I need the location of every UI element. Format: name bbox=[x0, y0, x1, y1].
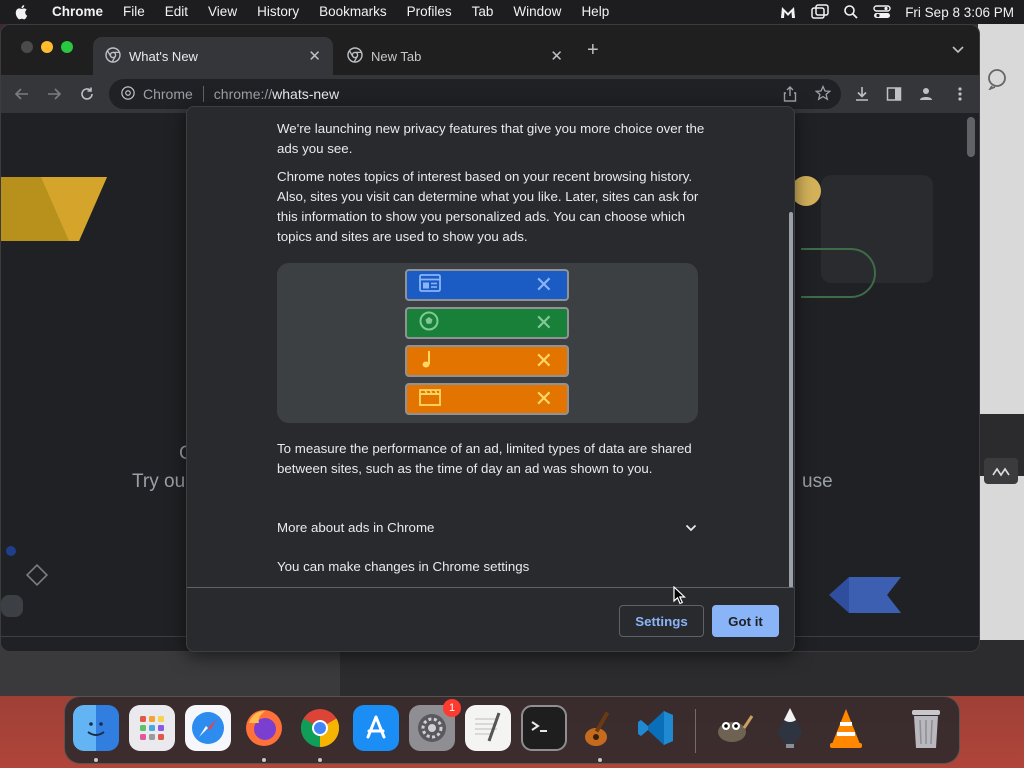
menu-view[interactable]: View bbox=[198, 0, 247, 24]
window-switch-icon[interactable] bbox=[811, 4, 829, 20]
tab-close-icon[interactable]: ✕ bbox=[308, 47, 321, 65]
tab-title: New Tab bbox=[371, 48, 422, 64]
dock-launchpad-icon[interactable] bbox=[129, 705, 175, 751]
chrome-site-icon[interactable] bbox=[121, 85, 135, 103]
dialog-intro-text: We're launching new privacy features tha… bbox=[277, 121, 705, 156]
remove-topic-icon[interactable]: ✕ bbox=[535, 350, 553, 372]
malwarebytes-icon[interactable] bbox=[779, 4, 797, 20]
background-text-fragment-right: use bbox=[802, 471, 833, 492]
site-label: Chrome bbox=[143, 86, 193, 102]
tab-title: What's New bbox=[129, 48, 198, 64]
background-text-fragment-left: Try ou bbox=[132, 471, 186, 492]
browser-window-icon bbox=[419, 273, 441, 297]
menu-bar: Chrome File Edit View History Bookmarks … bbox=[0, 0, 1024, 24]
background-tool-icon bbox=[984, 458, 1018, 484]
menu-edit[interactable]: Edit bbox=[155, 0, 198, 24]
reload-icon[interactable] bbox=[78, 85, 96, 103]
chrome-favicon-icon bbox=[105, 46, 121, 66]
dock-firefox-icon[interactable] bbox=[241, 705, 287, 751]
dock-app-store-icon[interactable] bbox=[353, 705, 399, 751]
soccer-ball-icon bbox=[419, 311, 439, 336]
dock-textedit-icon[interactable] bbox=[465, 705, 511, 751]
topic-row-sports: ✕ bbox=[405, 307, 569, 339]
apple-menu-icon[interactable] bbox=[14, 4, 36, 20]
forward-icon[interactable] bbox=[45, 85, 63, 103]
chrome-favicon-icon bbox=[347, 46, 363, 66]
background-chat-icon bbox=[988, 69, 1006, 90]
topic-row-movies: ✕ bbox=[405, 383, 569, 415]
page-scrollbar[interactable] bbox=[967, 117, 975, 157]
dialog-scrollbar[interactable] bbox=[789, 212, 793, 588]
dock-vscode-icon[interactable] bbox=[633, 705, 679, 751]
menu-help[interactable]: Help bbox=[571, 0, 619, 24]
dock-finder-icon[interactable] bbox=[73, 705, 119, 751]
zoom-window-button[interactable] bbox=[61, 41, 73, 53]
bookmark-star-icon[interactable] bbox=[814, 84, 832, 104]
dock-terminal-icon[interactable] bbox=[521, 705, 567, 751]
film-clapper-icon bbox=[419, 388, 441, 411]
new-tab-icon[interactable]: + bbox=[587, 39, 599, 62]
music-note-icon bbox=[419, 349, 435, 374]
download-icon[interactable] bbox=[853, 85, 871, 103]
more-menu-icon[interactable] bbox=[951, 85, 969, 103]
dock-gimp-icon[interactable] bbox=[709, 705, 755, 751]
side-panel-icon[interactable] bbox=[885, 85, 903, 103]
share-icon[interactable] bbox=[783, 86, 797, 105]
topics-illustration: ✕ ✕ ✕ ✕ bbox=[277, 263, 698, 423]
spotlight-search-icon[interactable] bbox=[843, 4, 859, 20]
decorative-blue-flag bbox=[829, 577, 901, 613]
tab-new-tab[interactable]: New Tab ✕ bbox=[335, 37, 575, 75]
decorative-blocks bbox=[791, 175, 933, 298]
menu-history[interactable]: History bbox=[247, 0, 309, 24]
minimize-window-button[interactable] bbox=[41, 41, 53, 53]
tab-close-icon[interactable]: ✕ bbox=[550, 47, 563, 65]
dock-vlc-icon[interactable] bbox=[823, 705, 869, 751]
tab-search-chevron-icon[interactable] bbox=[951, 41, 965, 59]
topic-row-browsing: ✕ bbox=[405, 269, 569, 301]
more-about-ads-expander[interactable]: More about ads in Chrome bbox=[277, 515, 697, 539]
settings-note-text: You can make changes in Chrome settings bbox=[277, 559, 530, 574]
dialog-measurement-text: To measure the performance of an ad, lim… bbox=[277, 441, 692, 476]
dock-system-settings-icon[interactable]: 1 bbox=[409, 699, 461, 751]
dock-garageband-icon[interactable] bbox=[577, 705, 623, 751]
settings-button[interactable]: Settings bbox=[619, 605, 704, 637]
dock-trash-icon[interactable] bbox=[903, 705, 949, 751]
mouse-cursor-icon bbox=[673, 586, 686, 605]
decorative-small-shapes bbox=[1, 546, 49, 617]
dock-inkscape-icon[interactable] bbox=[767, 705, 813, 751]
control-center-icon[interactable] bbox=[873, 4, 891, 20]
dock: 1 bbox=[64, 696, 960, 764]
back-icon[interactable] bbox=[13, 85, 31, 103]
close-window-button[interactable] bbox=[21, 41, 33, 53]
more-about-ads-label: More about ads in Chrome bbox=[277, 519, 435, 535]
dock-safari-icon[interactable] bbox=[185, 705, 231, 751]
dock-chrome-icon[interactable] bbox=[297, 705, 343, 751]
url-prefix: chrome:// bbox=[213, 86, 273, 102]
address-bar[interactable]: Chrome chrome://whats-new bbox=[109, 79, 841, 109]
menu-profiles[interactable]: Profiles bbox=[397, 0, 462, 24]
topic-row-music: ✕ bbox=[405, 345, 569, 377]
background-app-window bbox=[978, 24, 1024, 696]
menubar-clock[interactable]: Fri Sep 8 3:06 PM bbox=[905, 5, 1014, 20]
tab-strip: What's New ✕ New Tab ✕ + bbox=[1, 25, 979, 75]
privacy-ads-dialog: We're launching new privacy features tha… bbox=[186, 106, 795, 652]
menu-app-name[interactable]: Chrome bbox=[36, 0, 113, 24]
tab-whats-new[interactable]: What's New ✕ bbox=[93, 37, 333, 75]
notification-badge: 1 bbox=[443, 699, 461, 717]
url-path: whats-new bbox=[272, 86, 340, 102]
profile-icon[interactable] bbox=[917, 85, 935, 103]
menu-bookmarks[interactable]: Bookmarks bbox=[309, 0, 397, 24]
remove-topic-icon[interactable]: ✕ bbox=[535, 274, 553, 296]
menu-file[interactable]: File bbox=[113, 0, 155, 24]
menu-tab[interactable]: Tab bbox=[462, 0, 504, 24]
dialog-topics-text: Chrome notes topics of interest based on… bbox=[277, 169, 699, 244]
remove-topic-icon[interactable]: ✕ bbox=[535, 312, 553, 334]
decorative-yellow-shape bbox=[1, 177, 107, 241]
chevron-down-icon[interactable] bbox=[685, 520, 697, 535]
menu-window[interactable]: Window bbox=[503, 0, 571, 24]
got-it-button[interactable]: Got it bbox=[712, 605, 779, 637]
remove-topic-icon[interactable]: ✕ bbox=[535, 388, 553, 410]
